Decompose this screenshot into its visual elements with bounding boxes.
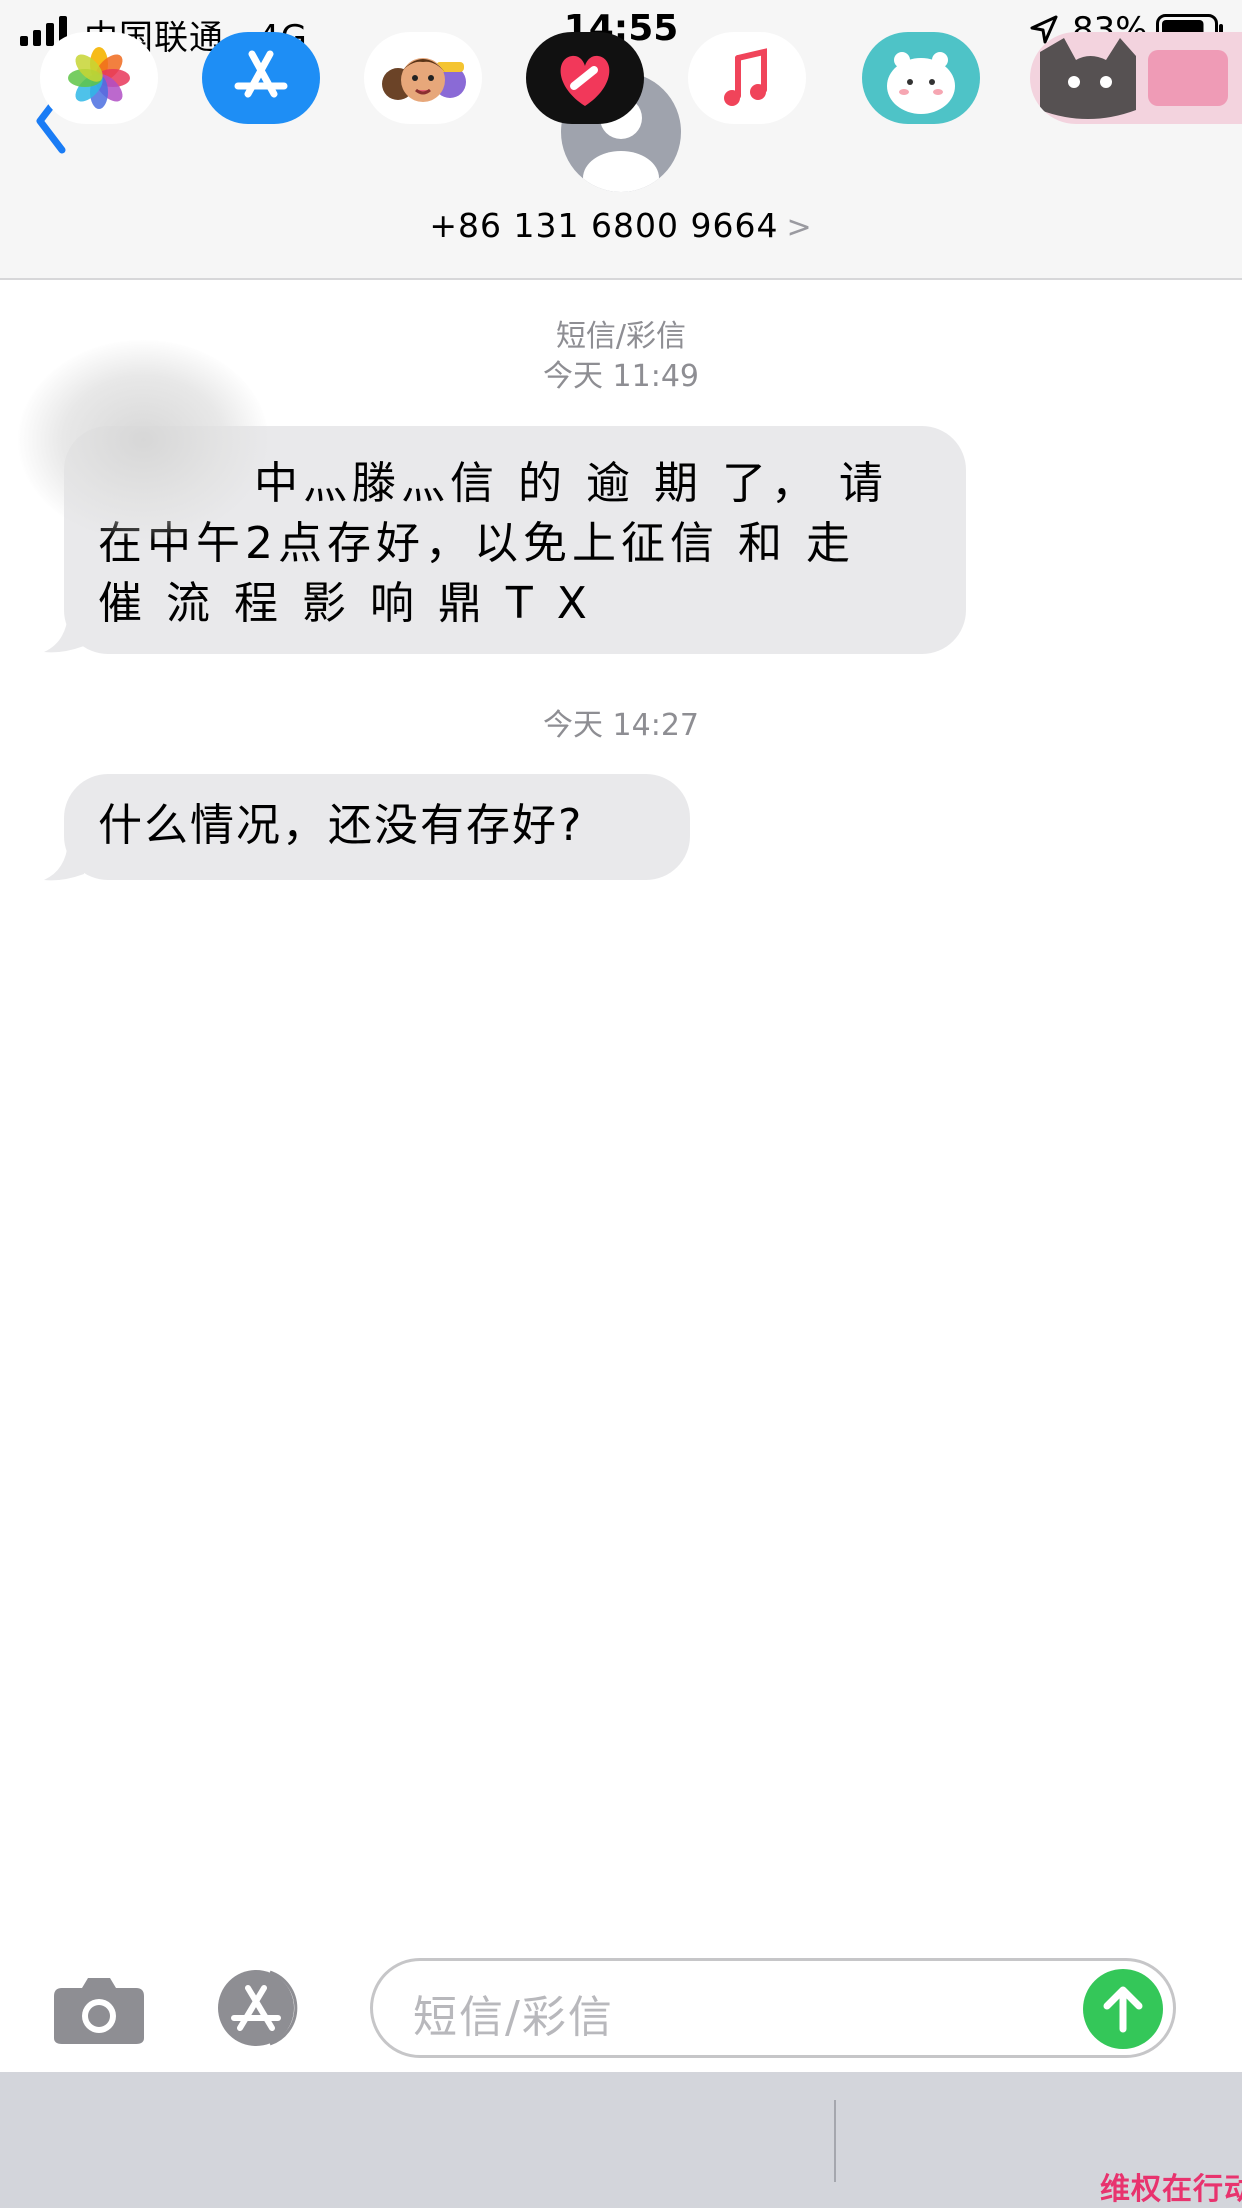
- photos-icon[interactable]: [40, 32, 158, 124]
- contact-phone-number: +86 131 6800 9664: [429, 206, 779, 245]
- send-button[interactable]: [1083, 1969, 1163, 2049]
- contact-name[interactable]: +86 131 6800 9664 >: [0, 206, 1242, 245]
- message-input-placeholder: 短信/彩信: [413, 1992, 614, 2043]
- message-input[interactable]: 短信/彩信: [370, 1958, 1176, 2058]
- app-store-icon[interactable]: [210, 1966, 320, 2050]
- app-store-icon[interactable]: [202, 32, 320, 124]
- chevron-right-icon: >: [786, 210, 813, 245]
- message-timestamp: 今天 14:27: [543, 708, 699, 743]
- black-cat-icon[interactable]: [1030, 32, 1242, 124]
- digital-touch-icon[interactable]: [526, 32, 644, 124]
- camera-icon[interactable]: [52, 1974, 146, 2046]
- memoji-icon[interactable]: [364, 32, 482, 124]
- message-line: 什么情况，还没有存好?: [98, 800, 584, 851]
- music-icon[interactable]: [688, 32, 806, 124]
- watermark-text: 维权在行动: [1100, 2172, 1242, 2207]
- message-line: 中灬滕灬信 的 逾 期 了， 请: [254, 458, 888, 509]
- message-line: 催 流 程 影 响 鼎 T X: [98, 578, 592, 629]
- message-bubble[interactable]: 什么情况，还没有存好?: [64, 774, 690, 880]
- app-drawer: [0, 2072, 1242, 2208]
- drawer-divider: [834, 2100, 836, 2182]
- redaction-smudge: [18, 340, 268, 540]
- arrow-up-icon: [1103, 1986, 1143, 2033]
- sticker-app-icon[interactable]: [862, 32, 980, 124]
